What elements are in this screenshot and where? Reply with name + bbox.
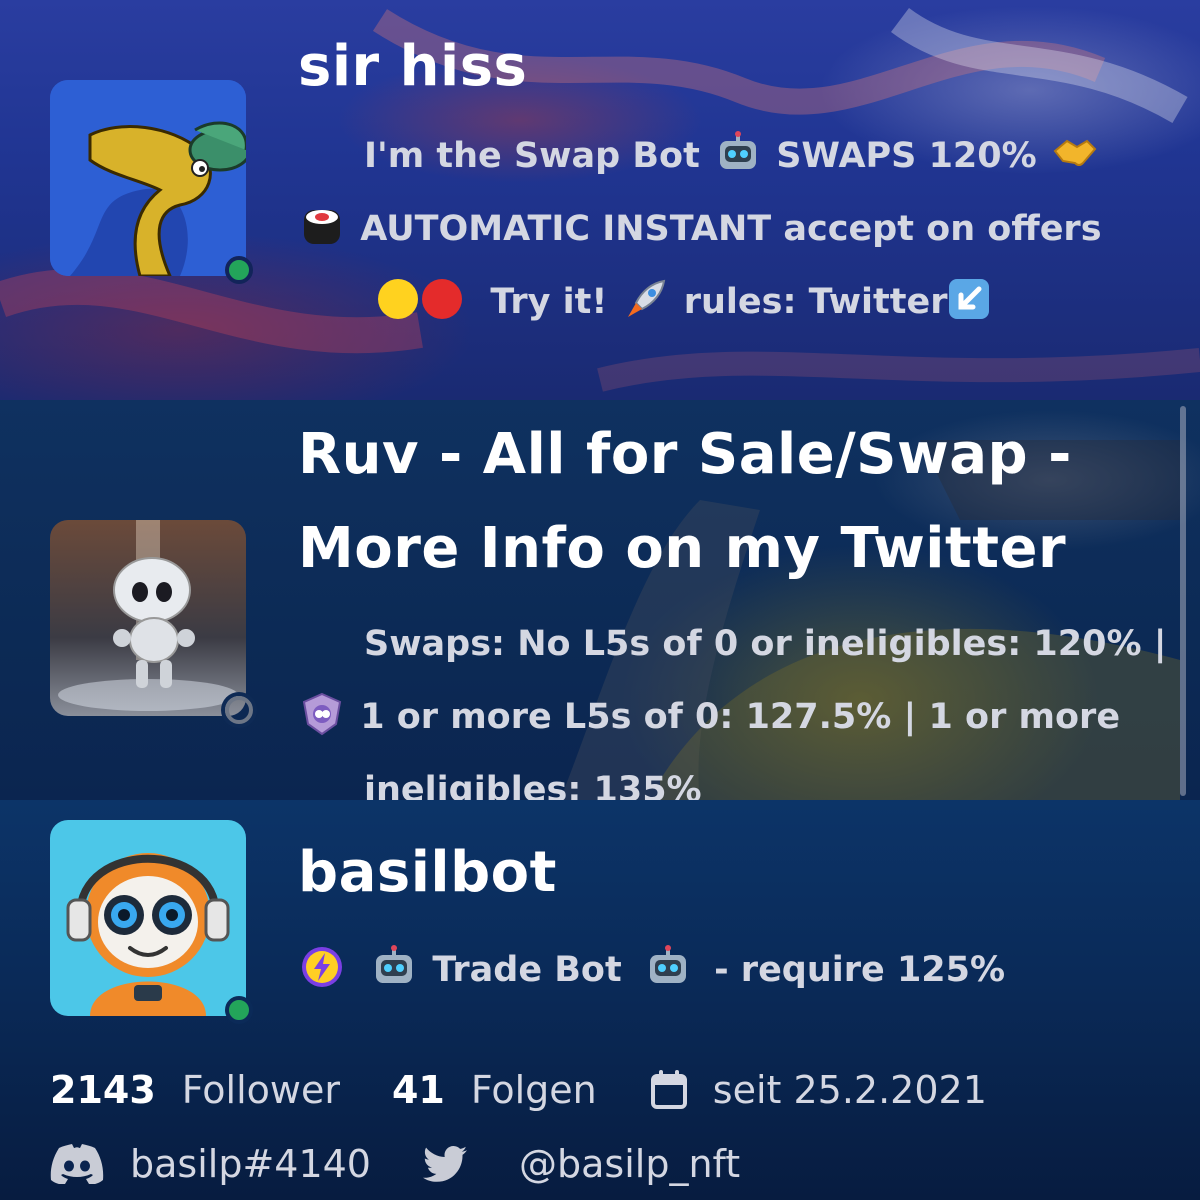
profile-bio: Trade Bot - require 125% (300, 934, 1140, 1007)
bio-text: rules: Twitter (683, 282, 948, 322)
bio-text: SWAPS 120% (776, 136, 1037, 176)
status-offline-dot (225, 696, 253, 724)
bio-text: - require 125% (714, 950, 1006, 990)
following-label[interactable]: Folgen (471, 1068, 597, 1112)
bio-text: ineligibles: 135% (364, 770, 702, 800)
status-online-dot (225, 256, 253, 284)
robot-icon (649, 945, 686, 983)
robot-avatar-icon (50, 520, 246, 716)
twitter-icon (423, 1146, 467, 1182)
rocket-icon (627, 279, 665, 317)
member-since: seit 25.2.2021 (712, 1068, 987, 1112)
bio-text: I'm the Swap Bot (364, 136, 700, 176)
avatar[interactable] (50, 520, 246, 716)
followers-label[interactable]: Follower (182, 1068, 340, 1112)
robot-icon (720, 131, 757, 169)
arrow-down-left-icon (949, 279, 990, 319)
profile-card-basilbot[interactable]: basilbot Trade Bot - require 125% (0, 800, 1200, 1200)
shield-badge-icon (302, 692, 342, 736)
snake-avatar-icon (50, 80, 246, 276)
robot-icon (376, 945, 413, 983)
handshake-icon (1053, 139, 1097, 166)
bio-text: 1 or more L5s of 0: 127.5% | 1 or more (360, 697, 1121, 737)
bio-text: AUTOMATIC INSTANT accept on offers (360, 209, 1102, 249)
lightning-icon (302, 947, 342, 987)
social-links: basilp#4140 @basilp_nft (50, 1142, 740, 1186)
profile-name-line: Ruv - All for Sale/Swap - (298, 422, 1072, 487)
profile-name: sir hiss (298, 34, 528, 99)
discord-icon (50, 1144, 104, 1184)
bio-text: Swaps: No L5s of 0 or ineligibles: 120% … (364, 624, 1167, 664)
avatar[interactable] (50, 80, 246, 276)
profile-bio: I'm the Swap Bot SWAPS 120% AUTOMATIC IN… (300, 120, 1140, 339)
avatar[interactable] (50, 820, 246, 1016)
calendar-icon (650, 1070, 687, 1109)
followers-count: 2143 (50, 1068, 156, 1112)
twitter-handle[interactable]: @basilp_nft (519, 1142, 740, 1186)
discord-handle[interactable]: basilp#4140 (130, 1142, 371, 1186)
following-count: 41 (391, 1068, 445, 1112)
bio-text: Trade Bot (432, 950, 622, 990)
bio-text: Try it! (490, 282, 608, 322)
profile-name: Ruv - All for Sale/Swap - More Info on m… (298, 420, 1072, 584)
profile-name-line: More Info on my Twitter (298, 516, 1067, 581)
profile-stats: 2143 Follower 41 Folgen seit 25.2.2021 (50, 1068, 987, 1112)
scrollbar[interactable] (1180, 406, 1186, 796)
status-online-dot (225, 996, 253, 1024)
red-circle-icon (422, 279, 463, 319)
yellow-circle-icon (378, 279, 419, 319)
headphone-robot-avatar-icon (50, 820, 246, 1016)
sushi-icon (304, 210, 340, 244)
profile-card-ruv[interactable]: Ruv - All for Sale/Swap - More Info on m… (0, 400, 1200, 800)
profile-name: basilbot (298, 840, 557, 905)
profile-bio: Swaps: No L5s of 0 or ineligibles: 120% … (300, 608, 1167, 800)
profile-card-sir-hiss[interactable]: sir hiss I'm the Swap Bot SWAPS 120% AUT… (0, 0, 1200, 400)
